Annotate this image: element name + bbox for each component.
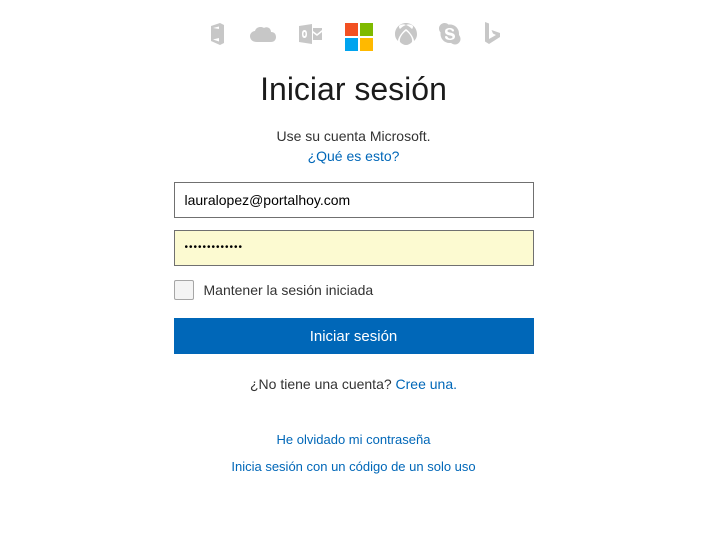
no-account-text: ¿No tiene una cuenta? (250, 376, 396, 392)
email-field[interactable] (174, 182, 534, 218)
onedrive-icon[interactable] (249, 25, 277, 48)
xbox-icon[interactable] (395, 23, 417, 50)
microsoft-logo-icon[interactable] (345, 23, 373, 51)
page-title: Iniciar sesión (260, 71, 447, 108)
single-use-code-link[interactable]: Inicia sesión con un código de un solo u… (231, 459, 475, 474)
skype-icon[interactable] (439, 23, 461, 50)
keep-signed-in-row[interactable]: Mantener la sesión iniciada (174, 280, 534, 300)
subtitle-text: Use su cuenta Microsoft. (276, 128, 430, 144)
keep-signed-in-label: Mantener la sesión iniciada (204, 282, 374, 298)
login-form: Mantener la sesión iniciada Iniciar sesi… (174, 182, 534, 354)
service-icons-row (207, 22, 501, 51)
outlook-icon[interactable] (299, 24, 323, 49)
what-is-this-link[interactable]: ¿Qué es esto? (308, 148, 400, 164)
bing-icon[interactable] (483, 22, 501, 51)
password-field[interactable] (174, 230, 534, 266)
office-icon[interactable] (207, 23, 227, 50)
keep-signed-in-checkbox[interactable] (174, 280, 194, 300)
signin-button[interactable]: Iniciar sesión (174, 318, 534, 354)
forgot-password-link[interactable]: He olvidado mi contraseña (277, 432, 431, 447)
no-account-row: ¿No tiene una cuenta? Cree una. (250, 376, 457, 392)
create-account-link[interactable]: Cree una. (396, 376, 457, 392)
footer-links: He olvidado mi contraseña Inicia sesión … (231, 432, 475, 474)
